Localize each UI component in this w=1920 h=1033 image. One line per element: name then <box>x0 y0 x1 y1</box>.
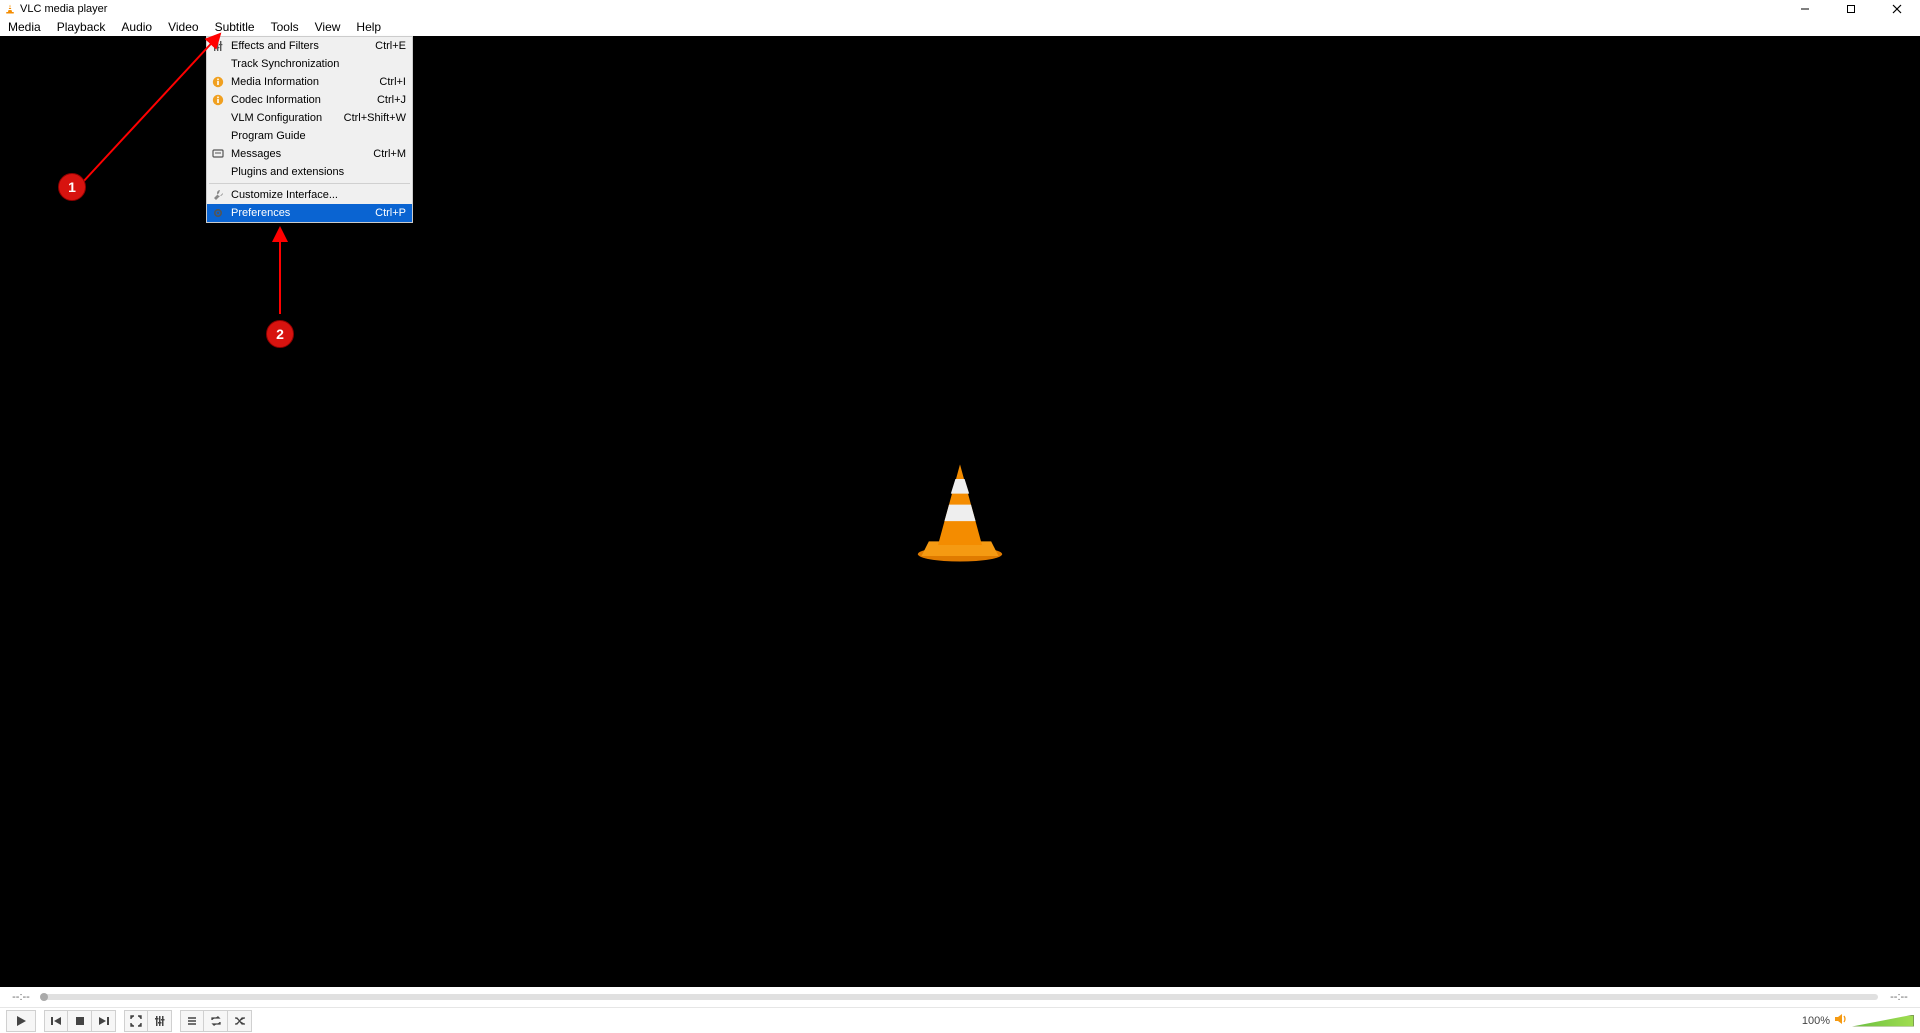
menu-playback[interactable]: Playback <box>49 18 114 36</box>
blank-icon <box>209 56 227 72</box>
annotation-badge-2: 2 <box>266 320 294 348</box>
seek-slider[interactable] <box>42 994 1878 1000</box>
blank-icon <box>209 110 227 126</box>
next-button[interactable] <box>92 1010 116 1032</box>
tools-menu-customize-interface[interactable]: Customize Interface... <box>207 186 412 204</box>
menu-item-label: Track Synchronization <box>231 58 406 70</box>
window-title: VLC media player <box>20 3 107 15</box>
annotation-badge-1: 1 <box>58 173 86 201</box>
menu-item-label: Effects and Filters <box>231 40 375 52</box>
tools-menu-vlm-configuration[interactable]: VLM ConfigurationCtrl+Shift+W <box>207 109 412 127</box>
loop-button[interactable] <box>204 1010 228 1032</box>
menu-item-accelerator: Ctrl+E <box>375 40 406 52</box>
menu-help[interactable]: Help <box>348 18 389 36</box>
time-elapsed[interactable]: --:-- <box>6 991 36 1003</box>
menu-item-label: Media Information <box>231 76 379 88</box>
tools-dropdown: Effects and FiltersCtrl+E Track Synchroni… <box>206 36 413 223</box>
tools-menu-plugins-and-extensions[interactable]: Plugins and extensions <box>207 163 412 181</box>
fullscreen-button[interactable] <box>124 1010 148 1032</box>
menu-item-label: Customize Interface... <box>231 189 406 201</box>
menu-item-accelerator: Ctrl+M <box>373 148 406 160</box>
time-total[interactable]: --:-- <box>1884 991 1914 1003</box>
tools-menu-preferences[interactable]: PreferencesCtrl+P <box>207 204 412 222</box>
menu-item-label: Messages <box>231 148 373 160</box>
menu-item-accelerator: Ctrl+J <box>377 94 406 106</box>
menu-tools[interactable]: Tools <box>263 18 307 36</box>
controls-row: 100% <box>0 1007 1920 1033</box>
wrench-icon <box>209 187 227 203</box>
tools-menu-effects-and-filters[interactable]: Effects and FiltersCtrl+E <box>207 37 412 55</box>
menu-view[interactable]: View <box>307 18 349 36</box>
maximize-button[interactable] <box>1828 0 1874 18</box>
menu-bar: Media Playback Audio Video Subtitle Tool… <box>0 18 1920 36</box>
playlist-button[interactable] <box>180 1010 204 1032</box>
menu-item-label: Preferences <box>231 207 375 219</box>
menu-audio[interactable]: Audio <box>113 18 160 36</box>
tools-menu-media-information[interactable]: Media InformationCtrl+I <box>207 73 412 91</box>
tools-menu-program-guide[interactable]: Program Guide <box>207 127 412 145</box>
extended-settings-button[interactable] <box>148 1010 172 1032</box>
menu-item-accelerator: Ctrl+Shift+W <box>344 112 406 124</box>
volume-slider[interactable] <box>1852 1015 1914 1027</box>
speaker-icon[interactable] <box>1834 1012 1848 1029</box>
shuffle-button[interactable] <box>228 1010 252 1032</box>
minimize-button[interactable] <box>1782 0 1828 18</box>
menu-subtitle[interactable]: Subtitle <box>207 18 263 36</box>
play-button[interactable] <box>6 1010 36 1032</box>
title-bar: VLC media player <box>0 0 1920 18</box>
menu-video[interactable]: Video <box>160 18 206 36</box>
tools-menu-messages[interactable]: MessagesCtrl+M <box>207 145 412 163</box>
gear-icon <box>209 205 227 221</box>
menu-item-accelerator: Ctrl+I <box>379 76 406 88</box>
menu-item-label: Program Guide <box>231 130 406 142</box>
menu-item-label: VLM Configuration <box>231 112 344 124</box>
tools-menu-track-synchronization[interactable]: Track Synchronization <box>207 55 412 73</box>
menu-media[interactable]: Media <box>0 18 49 36</box>
vlc-cone-icon <box>4 3 16 15</box>
blank-icon <box>209 164 227 180</box>
close-button[interactable] <box>1874 0 1920 18</box>
volume-text: 100% <box>1796 1015 1830 1027</box>
tools-menu-codec-information[interactable]: Codec InformationCtrl+J <box>207 91 412 109</box>
menu-separator <box>209 183 410 184</box>
previous-button[interactable] <box>44 1010 68 1032</box>
info-icon <box>209 92 227 108</box>
seek-row: --:-- --:-- <box>0 987 1920 1007</box>
sliders-icon <box>209 38 227 54</box>
blank-icon <box>209 128 227 144</box>
message-icon <box>209 146 227 162</box>
menu-item-label: Codec Information <box>231 94 377 106</box>
window-controls <box>1782 0 1920 18</box>
vlc-cone-logo <box>905 457 1015 567</box>
info-icon <box>209 74 227 90</box>
stop-button[interactable] <box>68 1010 92 1032</box>
menu-item-label: Plugins and extensions <box>231 166 406 178</box>
menu-item-accelerator: Ctrl+P <box>375 207 406 219</box>
